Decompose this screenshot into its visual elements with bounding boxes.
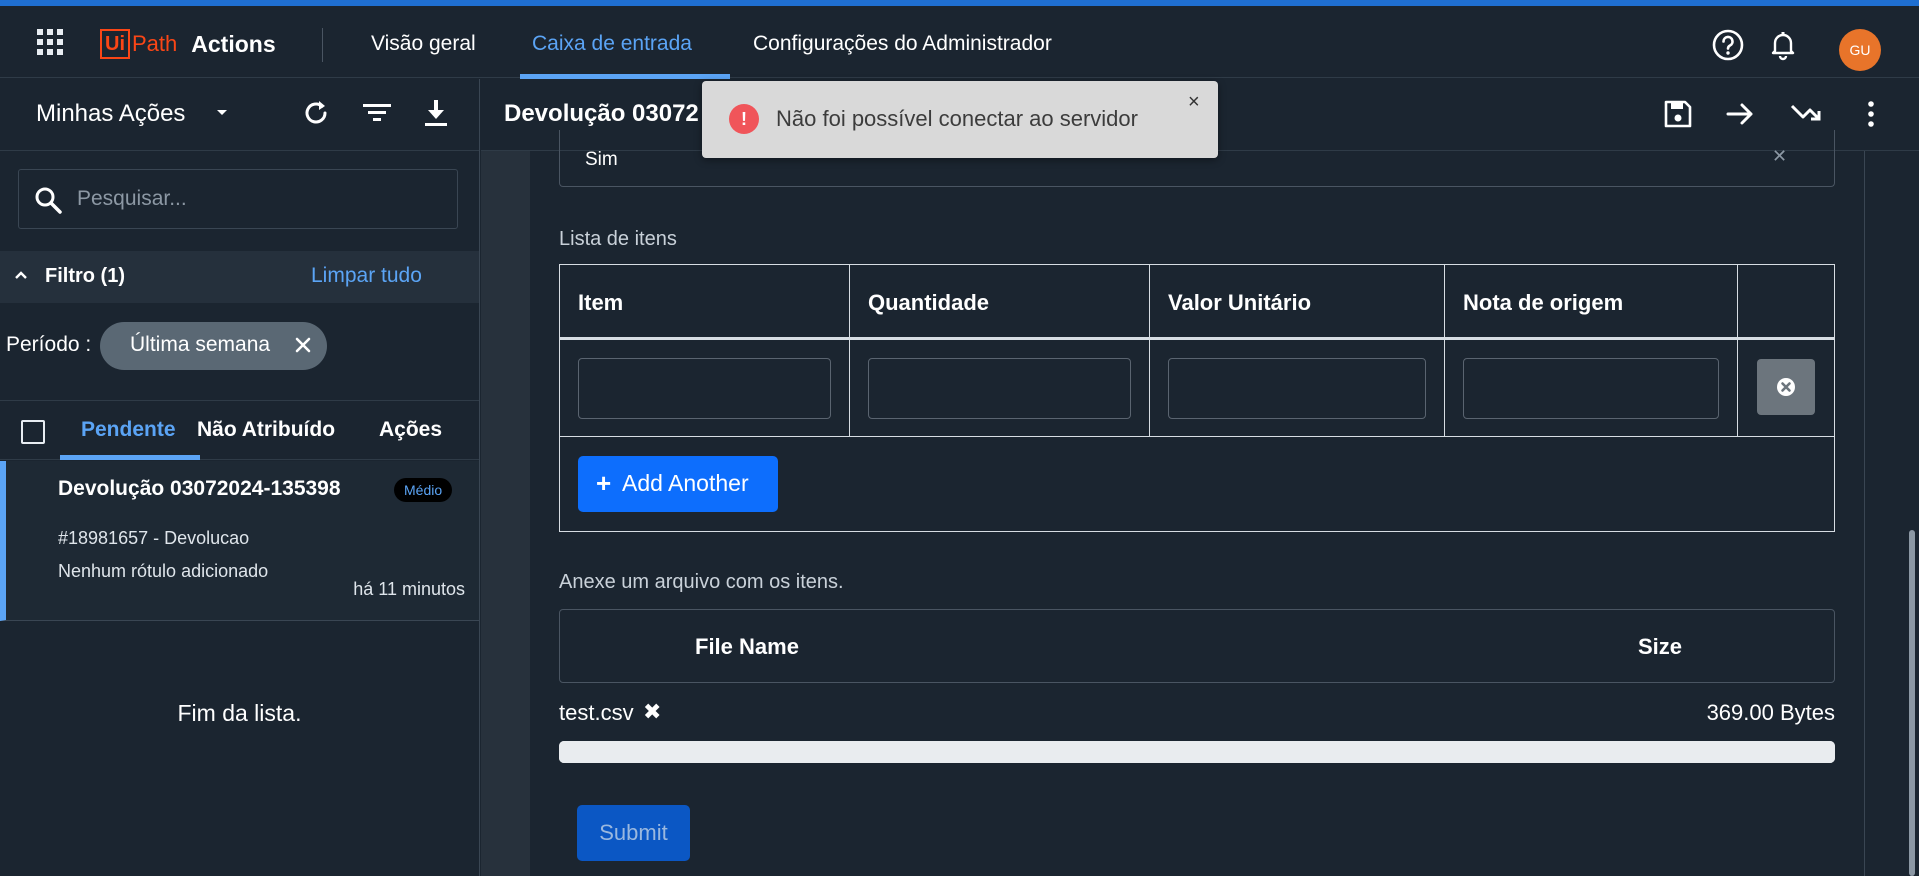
table-header-divider [559, 337, 1835, 340]
upload-progress-bar [559, 741, 1835, 763]
arrow-trend-icon[interactable] [1789, 97, 1823, 131]
period-chip-label: Última semana [130, 333, 271, 356]
attach-file-label: Anexe um arquivo com os itens. [559, 571, 844, 593]
search-input[interactable] [77, 182, 447, 216]
priority-badge: Médio [394, 478, 453, 502]
file-name: test.csv [559, 700, 634, 725]
sidebar: Minhas Ações Filtro (1) Limpa [0, 79, 480, 876]
task-title: Devolução 03072024-135398 [58, 477, 341, 500]
select-value: Sim [585, 149, 618, 170]
content-border [1864, 151, 1865, 876]
remove-circle-icon [1777, 378, 1795, 396]
bell-icon[interactable] [1766, 28, 1800, 62]
remove-row-button[interactable] [1757, 359, 1815, 415]
column-header-quantidade: Quantidade [868, 290, 990, 315]
select-all-checkbox[interactable] [21, 420, 45, 444]
end-of-list: Fim da lista. [177, 700, 302, 726]
clear-all-link[interactable]: Limpar tudo [311, 264, 422, 288]
tab-acoes[interactable]: Ações [379, 418, 442, 442]
tab-pendente[interactable]: Pendente [81, 418, 176, 442]
select-clear-icon[interactable]: ✕ [1772, 146, 1787, 167]
error-icon: ! [729, 104, 759, 134]
period-chip[interactable]: Última semana [100, 322, 327, 370]
active-tab-indicator [60, 455, 200, 460]
tab-configuracoes-admin[interactable]: Configurações do Administrador [753, 32, 1052, 56]
period-label: Período : [6, 333, 92, 356]
filter-title[interactable]: Filtro (1) [45, 265, 125, 288]
tab-visao-geral[interactable]: Visão geral [371, 32, 476, 56]
logo-ui: Ui [100, 29, 130, 59]
column-header-item: Item [578, 290, 624, 315]
filter-bar: Filtro (1) Limpar tudo [0, 251, 479, 303]
save-icon[interactable] [1661, 97, 1695, 131]
column-header-file-name: File Name [695, 634, 799, 659]
apps-grid-icon[interactable] [37, 29, 63, 55]
quantidade-input[interactable] [868, 358, 1131, 419]
task-labels: Nenhum rótulo adicionado [58, 561, 269, 581]
tab-nao-atribuido[interactable]: Não Atribuído [197, 418, 335, 442]
remove-file-icon[interactable]: ✖ [643, 700, 661, 725]
col-divider [1737, 265, 1738, 437]
scrollbar[interactable] [1909, 530, 1915, 876]
column-header-size: Size [1638, 634, 1683, 659]
more-vert-icon[interactable] [1854, 97, 1888, 131]
sidebar-header: Minhas Ações [0, 79, 479, 151]
add-another-label: Add Another [622, 470, 749, 496]
task-time: há 11 minutos [353, 579, 465, 599]
filter-icon[interactable] [361, 97, 393, 129]
arrow-right-icon[interactable] [1724, 97, 1758, 131]
task-tabs: Pendente Não Atribuído Ações [0, 400, 479, 460]
error-toast: ! Não foi possível conectar ao servidor … [702, 81, 1218, 158]
top-bar: Ui Path Actions Visão geral Caixa de ent… [0, 6, 1919, 79]
avatar[interactable]: GU [1839, 29, 1881, 71]
nota-de-origem-input[interactable] [1463, 358, 1719, 419]
upload-progress-fill [559, 741, 1835, 763]
submit-button[interactable]: Submit [577, 805, 690, 861]
task-card[interactable]: Devolução 03072024-135398 Médio #1898165… [0, 461, 479, 621]
toast-close-icon[interactable]: × [1188, 91, 1200, 114]
items-list-label: Lista de itens [559, 228, 677, 250]
valor-unitario-input[interactable] [1168, 358, 1426, 419]
divider [322, 28, 323, 62]
item-input[interactable] [578, 358, 831, 419]
col-divider [1149, 265, 1150, 437]
col-divider [849, 265, 850, 437]
table-row-divider [559, 436, 1835, 437]
add-another-button[interactable]: + Add Another [578, 456, 778, 512]
column-header-valor-unitario: Valor Unitário [1168, 290, 1312, 315]
uipath-actions-logo[interactable]: Ui Path Actions [100, 28, 276, 60]
caret-down-icon[interactable] [214, 105, 230, 121]
column-header-nota-de-origem: Nota de origem [1463, 290, 1624, 315]
plus-icon: + [596, 468, 612, 498]
search-icon [35, 187, 62, 214]
refresh-icon[interactable] [300, 97, 332, 129]
logo-path: Path [132, 31, 178, 56]
help-icon[interactable] [1711, 28, 1745, 62]
file-size: 369.00 Bytes [1706, 700, 1835, 725]
download-icon[interactable] [420, 97, 452, 129]
chevron-up-icon[interactable] [13, 267, 29, 283]
tab-caixa-de-entrada[interactable]: Caixa de entrada [532, 32, 692, 56]
page-title: Devolução 03072 [504, 100, 699, 127]
col-divider [1444, 265, 1445, 437]
search-box [18, 169, 458, 229]
sidebar-title[interactable]: Minhas Ações [36, 100, 185, 128]
toast-message: Não foi possível conectar ao servidor [776, 106, 1138, 131]
logo-actions: Actions [191, 30, 276, 57]
task-subtitle: #18981657 - Devolucao [58, 528, 250, 548]
close-icon[interactable] [293, 335, 313, 355]
